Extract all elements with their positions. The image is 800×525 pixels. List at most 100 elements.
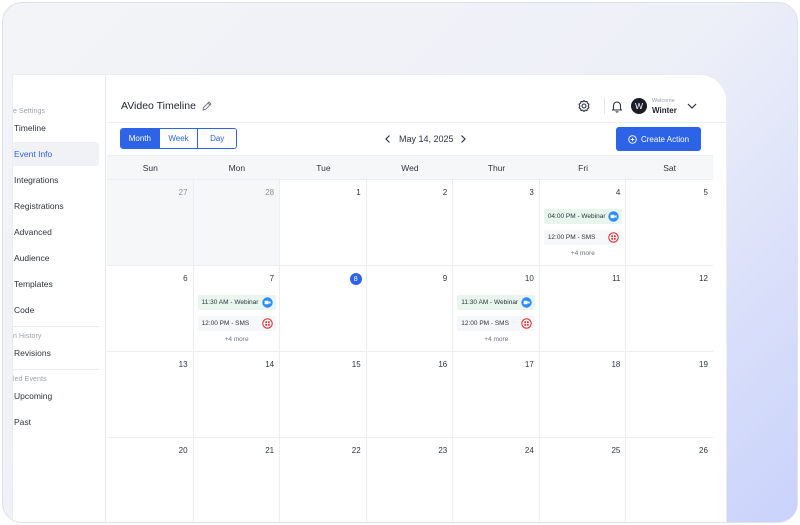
day-cell[interactable]: 27 xyxy=(107,180,194,265)
day-cell[interactable]: 12 xyxy=(626,266,713,351)
sidebar-item-revisions[interactable]: Revisions xyxy=(13,341,99,365)
sidebar-item-label: Templates xyxy=(14,279,53,289)
sidebar-item-integrations[interactable]: Integrations xyxy=(13,168,99,192)
day-cell[interactable]: 10 11:30 AM - Webinar 12:00 PM - SMS +4 … xyxy=(453,266,540,351)
event-webinar[interactable]: 11:30 AM - Webinar xyxy=(457,295,536,310)
day-cell[interactable]: 7 11:30 AM - Webinar 12:00 PM - SMS +4 m… xyxy=(194,266,281,351)
page-title: AVideo Timeline xyxy=(121,100,196,112)
day-number: 14 xyxy=(265,360,275,369)
sidebar-item-advanced[interactable]: Advanced xyxy=(13,220,99,244)
day-number: 18 xyxy=(611,360,621,369)
gear-icon[interactable] xyxy=(577,99,591,113)
day-cell[interactable]: 19 xyxy=(626,352,713,437)
more-events-link[interactable]: +4 more xyxy=(194,336,280,343)
current-date: May 14, 2025 xyxy=(399,134,454,144)
view-week-button[interactable]: Week xyxy=(159,129,199,148)
day-cell[interactable]: 22 xyxy=(280,438,367,522)
username: Winter xyxy=(652,106,677,115)
sidebar-item-upcoming[interactable]: Upcoming xyxy=(13,384,99,408)
bell-icon[interactable] xyxy=(610,99,624,113)
sidebar-item-audience[interactable]: Audience xyxy=(13,246,99,270)
day-cell-today[interactable]: 8 xyxy=(280,266,367,351)
sidebar-section-settings: e Settings xyxy=(13,108,46,115)
day-number: 5 xyxy=(703,188,708,197)
day-cell[interactable]: 1 xyxy=(280,180,367,265)
day-cell[interactable]: 18 xyxy=(540,352,627,437)
day-number: 17 xyxy=(524,360,534,369)
weekday-label: Sun xyxy=(142,162,158,173)
day-cell[interactable]: 3 xyxy=(453,180,540,265)
view-month-button[interactable]: Month xyxy=(121,129,160,148)
view-switcher: Month Week Day xyxy=(120,128,237,149)
sidebar-item-code[interactable]: Code xyxy=(13,298,99,322)
weekday-label: Fri xyxy=(578,162,589,173)
day-cell[interactable]: 28 xyxy=(193,180,281,265)
sidebar-divider xyxy=(13,369,99,370)
event-label: 11:30 AM - Webinar xyxy=(461,299,519,306)
more-events-link[interactable]: +4 more xyxy=(453,336,539,343)
day-cell[interactable]: 20 xyxy=(107,438,194,522)
event-sms[interactable]: 12:00 PM - SMS xyxy=(543,230,622,245)
day-number: 6 xyxy=(183,274,188,283)
day-cell[interactable]: 2 xyxy=(367,180,454,265)
sidebar-item-past[interactable]: Past xyxy=(13,410,99,434)
sidebar-item-label: Event Info xyxy=(14,149,53,159)
sidebar-section-history: n History xyxy=(13,333,42,340)
day-cell[interactable]: 4 04:00 PM - Webinar 12:00 PM - SMS +4 m… xyxy=(540,180,627,265)
chevron-left-icon[interactable] xyxy=(383,133,393,145)
day-number: 1 xyxy=(356,188,361,197)
day-number: 11 xyxy=(612,274,621,283)
plus-circle-icon xyxy=(628,134,637,144)
sidebar-item-templates[interactable]: Templates xyxy=(13,272,99,296)
weekday-label: Sat xyxy=(663,162,677,173)
day-cell[interactable]: 11 xyxy=(540,266,627,351)
avatar[interactable]: W xyxy=(631,98,647,114)
chevron-right-icon[interactable] xyxy=(458,133,468,145)
event-webinar[interactable]: 04:00 PM - Webinar xyxy=(543,209,622,224)
day-number: 12 xyxy=(699,274,708,283)
day-cell[interactable]: 15 xyxy=(280,352,367,437)
sms-grid-icon xyxy=(608,232,619,243)
day-number: 4 xyxy=(615,188,621,197)
day-cell[interactable]: 25 xyxy=(540,438,627,522)
weekday-header: Sun Mon Tue Wed Thur Fri Sat xyxy=(107,155,713,180)
sidebar-item-timeline[interactable]: Timeline xyxy=(13,116,99,140)
event-label: 11:30 AM - Webinar xyxy=(201,299,259,306)
event-webinar[interactable]: 11:30 AM - Webinar xyxy=(197,295,276,310)
day-number: 10 xyxy=(524,274,534,283)
sidebar-item-registrations[interactable]: Registrations xyxy=(13,194,99,218)
day-cell[interactable]: 5 xyxy=(626,180,713,265)
sidebar-item-label: Past xyxy=(14,417,32,427)
day-cell[interactable]: 16 xyxy=(367,352,454,437)
chevron-down-icon[interactable] xyxy=(686,101,698,111)
sidebar-item-event-info[interactable]: Event Info xyxy=(13,142,99,166)
event-sms[interactable]: 12:00 PM - SMS xyxy=(457,316,536,331)
day-cell[interactable]: 17 xyxy=(453,352,540,437)
more-events-link[interactable]: +4 more xyxy=(540,250,626,257)
day-cell[interactable]: 21 xyxy=(194,438,281,522)
event-label: 04:00 PM - Webinar xyxy=(547,213,606,220)
header-divider xyxy=(604,98,605,114)
day-cell[interactable]: 13 xyxy=(107,352,194,437)
day-cell[interactable]: 9 xyxy=(367,266,454,351)
weekday-label: Wed xyxy=(401,162,419,173)
create-action-button[interactable]: Create Action xyxy=(616,127,701,151)
sidebar-divider xyxy=(13,326,99,327)
day-number: 15 xyxy=(351,360,361,369)
day-cell[interactable]: 26 xyxy=(626,438,713,522)
zoom-video-icon xyxy=(608,211,619,222)
day-cell[interactable]: 23 xyxy=(367,438,454,522)
view-day-button[interactable]: Day xyxy=(198,129,236,148)
day-number: 7 xyxy=(269,274,275,283)
day-number: 16 xyxy=(438,360,448,369)
sidebar: e Settings Timeline Event Info Integrati… xyxy=(13,75,106,522)
day-cell[interactable]: 24 xyxy=(453,438,540,522)
sidebar-item-label: Integrations xyxy=(14,175,59,185)
edit-icon[interactable] xyxy=(201,100,213,112)
day-cell[interactable]: 14 xyxy=(194,352,281,437)
day-number: 24 xyxy=(524,446,534,455)
event-sms[interactable]: 12:00 PM - SMS xyxy=(197,316,276,331)
create-action-label: Create Action xyxy=(640,134,690,144)
day-number: 9 xyxy=(442,274,448,283)
day-cell[interactable]: 6 xyxy=(107,266,194,351)
